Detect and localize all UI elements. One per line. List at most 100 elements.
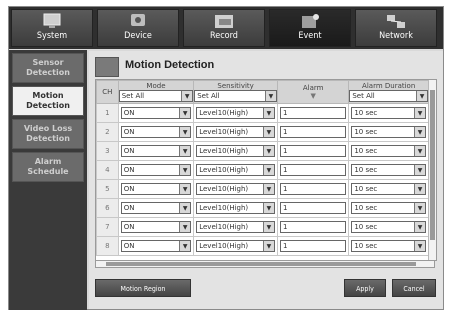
sensitivity-select[interactable]: Level10(High) ▼ (196, 221, 275, 233)
sensitivity-select[interactable]: Level10(High) ▼ (196, 145, 275, 157)
alarm-field[interactable]: 1 (279, 240, 347, 252)
table-row: 5 ON ▼ Level10(High) ▼ 1 10 sec ▼ (96, 179, 429, 199)
sidebar-item-video-loss-detection[interactable]: Video Loss Detection (12, 119, 84, 149)
alarm-field[interactable]: 1 (279, 183, 347, 195)
duration-select[interactable]: 10 sec ▼ (351, 183, 426, 195)
sensitivity-set-all-select[interactable]: Set All ▼ (194, 90, 277, 102)
sensitivity-select[interactable]: Level10(High) ▼ (196, 126, 275, 138)
duration-select[interactable]: 10 sec ▼ (351, 164, 426, 176)
sensitivity-select[interactable]: Level10(High) ▼ (196, 202, 275, 214)
sidebar-item-sensor-detection[interactable]: Sensor Detection (12, 53, 84, 83)
chevron-down-icon: ▼ (414, 127, 425, 137)
alarm-field[interactable]: 1 (279, 107, 347, 119)
camera-icon (131, 14, 145, 26)
vertical-scrollbar[interactable] (428, 80, 436, 260)
alarm-value: 1 (282, 185, 288, 193)
channel-number: 5 (105, 185, 110, 193)
alarm-field[interactable]: 1 (279, 145, 347, 157)
page-title: Motion Detection (125, 59, 215, 71)
motion-icon (95, 57, 119, 77)
sidebar-item-motion-detection[interactable]: Motion Detection (12, 86, 84, 116)
mode-set-all-select[interactable]: Set All ▼ (118, 90, 194, 102)
alarm-field[interactable]: 1 (279, 221, 347, 233)
mode-cell: ON ▼ (117, 179, 195, 199)
select-value: ON (123, 223, 135, 231)
sensitivity-select[interactable]: Level10(High) ▼ (196, 183, 275, 195)
sensitivity-cell: Level10(High) ▼ (193, 236, 278, 256)
chevron-down-icon: ▼ (414, 241, 425, 251)
tab-label: Record (210, 31, 238, 41)
sidebar-item-alarm-schedule[interactable]: Alarm Schedule (12, 152, 84, 182)
tab-system[interactable]: System (11, 9, 93, 47)
duration-select[interactable]: 10 sec ▼ (351, 145, 426, 157)
mode-cell: ON ▼ (117, 160, 195, 180)
network-icon (387, 15, 405, 28)
select-value: ON (123, 147, 135, 155)
mode-select[interactable]: ON ▼ (120, 202, 192, 214)
mode-select[interactable]: ON ▼ (120, 145, 192, 157)
mode-cell: ON ▼ (117, 141, 195, 161)
mode-select[interactable]: ON ▼ (120, 126, 192, 138)
duration-select[interactable]: 10 sec ▼ (351, 202, 426, 214)
tab-label: Network (379, 31, 413, 41)
tab-label: System (36, 31, 68, 41)
chevron-down-icon: ▼ (262, 203, 274, 213)
select-value: Level10(High) (199, 223, 249, 231)
mode-select[interactable]: ON ▼ (120, 221, 192, 233)
mode-select[interactable]: ON ▼ (120, 164, 192, 176)
chevron-down-icon: ▼ (179, 108, 191, 118)
sensitivity-select[interactable]: Level10(High) ▼ (196, 107, 275, 119)
select-value: 10 sec (354, 109, 378, 117)
chevron-down-icon: ▼ (179, 184, 191, 194)
monitor-icon (43, 13, 61, 28)
alarm-cell: 1 (276, 236, 350, 256)
duration-select[interactable]: 10 sec ▼ (351, 107, 426, 119)
channel-cell: 7 (96, 217, 119, 237)
top-menu-bar: System Device Record Event Network (9, 7, 443, 49)
chevron-down-icon: ▼ (262, 165, 274, 175)
tab-record[interactable]: Record (183, 9, 265, 47)
select-value: ON (123, 166, 135, 174)
horizontal-scrollbar[interactable] (95, 260, 435, 268)
sensitivity-cell: Level10(High) ▼ (193, 217, 278, 237)
duration-cell: 10 sec ▼ (348, 160, 429, 180)
tab-event[interactable]: Event (269, 9, 351, 47)
sensitivity-select[interactable]: Level10(High) ▼ (196, 164, 275, 176)
alarm-field[interactable]: 1 (279, 202, 347, 214)
scroll-thumb[interactable] (430, 90, 435, 240)
tab-network[interactable]: Network (355, 9, 437, 47)
channel-cell: 8 (96, 236, 119, 256)
alarm-value: 1 (282, 204, 288, 212)
channel-number: 1 (105, 109, 110, 117)
select-value: ON (123, 109, 135, 117)
cancel-button[interactable]: Cancel (392, 279, 436, 297)
duration-select[interactable]: 10 sec ▼ (351, 240, 426, 252)
mode-select[interactable]: ON ▼ (120, 107, 192, 119)
duration-set-all-select[interactable]: Set All ▼ (349, 90, 428, 102)
tab-device[interactable]: Device (97, 9, 179, 47)
channel-cell: 5 (96, 179, 119, 199)
mode-select[interactable]: ON ▼ (120, 240, 192, 252)
sensitivity-select[interactable]: Level10(High) ▼ (196, 240, 275, 252)
channel-cell: 3 (96, 141, 119, 161)
duration-select[interactable]: 10 sec ▼ (351, 126, 426, 138)
apply-button[interactable]: Apply (344, 279, 386, 297)
duration-cell: 10 sec ▼ (348, 122, 429, 142)
duration-select[interactable]: 10 sec ▼ (351, 221, 426, 233)
scroll-thumb[interactable] (106, 262, 416, 266)
chevron-down-icon: ▼ (262, 241, 274, 251)
duration-cell: 10 sec ▼ (348, 179, 429, 199)
table-row: 3 ON ▼ Level10(High) ▼ 1 10 sec ▼ (96, 141, 429, 161)
channel-cell: 1 (96, 103, 119, 123)
mode-cell: ON ▼ (117, 103, 195, 123)
alarm-cell: 1 (276, 160, 350, 180)
motion-region-button[interactable]: Motion Region (95, 279, 191, 297)
alarm-field[interactable]: 1 (279, 126, 347, 138)
mode-select[interactable]: ON ▼ (120, 183, 192, 195)
chevron-down-icon[interactable]: ▼ (310, 92, 315, 100)
chevron-down-icon: ▼ (414, 165, 425, 175)
sensitivity-cell: Level10(High) ▼ (193, 122, 278, 142)
select-value: 10 sec (354, 166, 378, 174)
alarm-field[interactable]: 1 (279, 164, 347, 176)
select-value: 10 sec (354, 128, 378, 136)
